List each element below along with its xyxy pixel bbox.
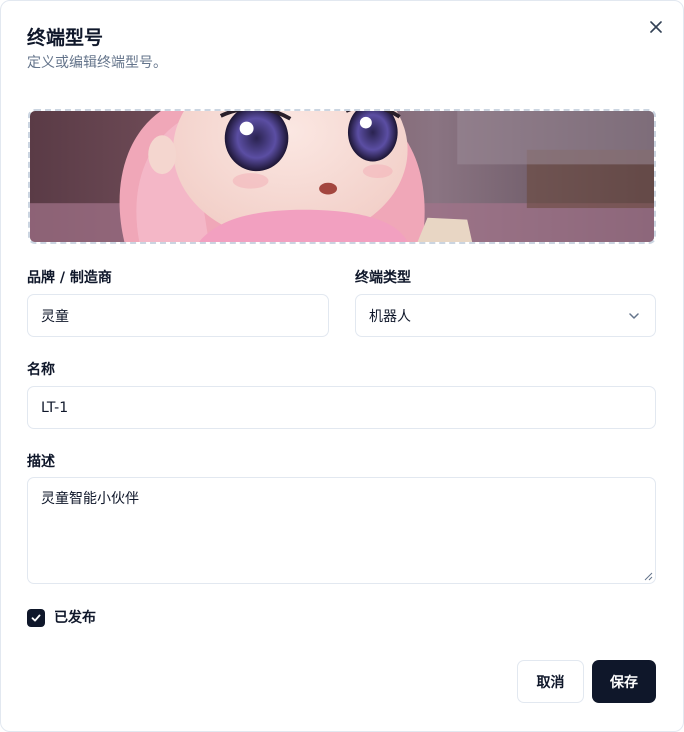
brand-label: 品牌 / 制造商: [27, 270, 112, 286]
image-upload-area[interactable]: [28, 109, 656, 244]
brand-value: 灵童: [41, 308, 69, 325]
dialog-subtitle: 定义或编辑终端型号。: [27, 55, 167, 71]
model-preview-image: [30, 111, 654, 242]
save-button[interactable]: 保存: [592, 660, 656, 703]
published-label: 已发布: [54, 610, 96, 626]
checkmark-icon: [31, 614, 41, 622]
description-value: 灵童智能小伙伴: [41, 491, 139, 507]
name-label: 名称: [27, 362, 55, 378]
dialog-title: 终端型号: [27, 27, 104, 49]
cancel-button[interactable]: 取消: [517, 660, 584, 703]
description-textarea[interactable]: 灵童智能小伙伴: [27, 477, 656, 584]
device-type-select[interactable]: 机器人: [355, 294, 656, 337]
published-checkbox[interactable]: [27, 609, 45, 627]
description-label: 描述: [27, 454, 55, 470]
name-input[interactable]: LT-1: [27, 386, 656, 429]
chevron-down-icon: [629, 313, 639, 319]
device-type-label: 终端类型: [355, 270, 411, 286]
close-icon: [650, 21, 662, 33]
model-dialog: 终端型号 定义或编辑终端型号。 品牌 / 制造商 灵童 终端类型 机器人 名称 …: [0, 0, 684, 732]
name-value: LT-1: [41, 399, 69, 416]
brand-input[interactable]: 灵童: [27, 294, 329, 337]
close-button[interactable]: [646, 17, 666, 37]
resize-grip-icon[interactable]: [643, 571, 653, 581]
device-type-value: 机器人: [369, 308, 411, 325]
